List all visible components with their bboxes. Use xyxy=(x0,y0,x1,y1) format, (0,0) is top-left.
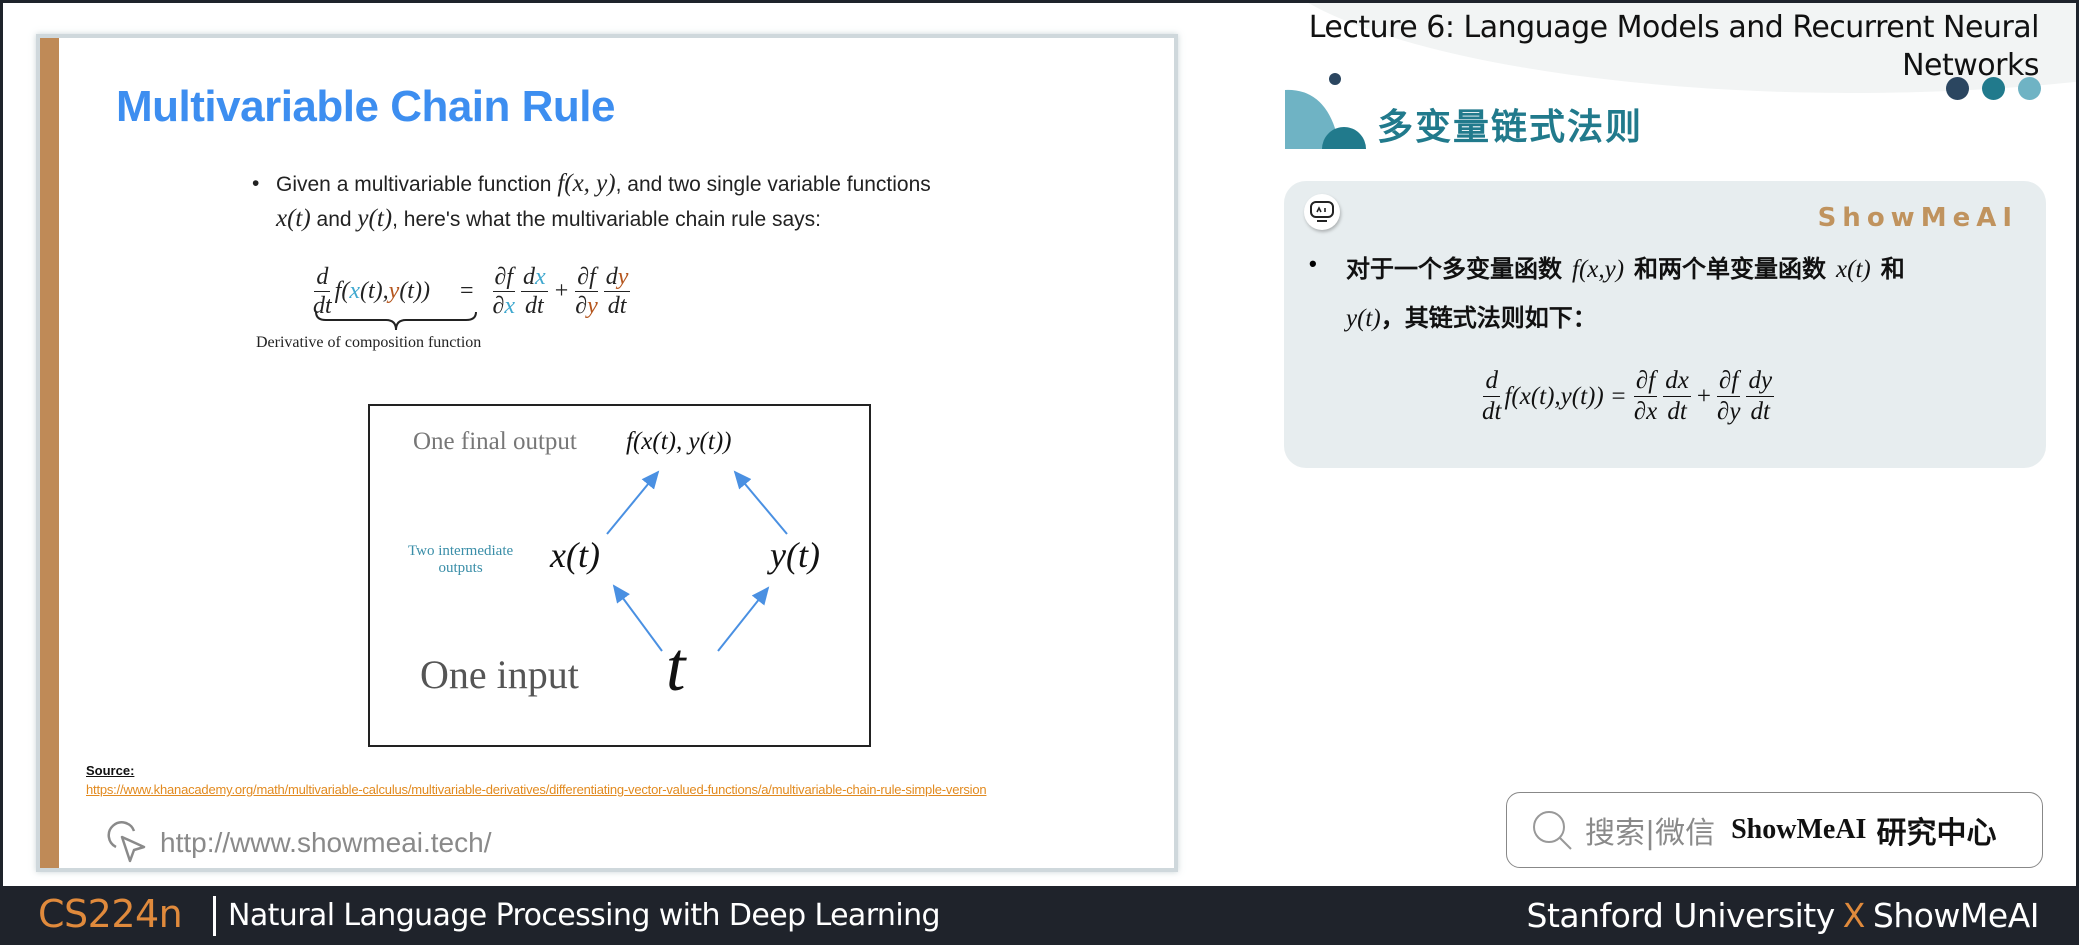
dot-navy xyxy=(1946,77,1969,100)
source-link[interactable]: https://www.khanacademy.org/math/multiva… xyxy=(86,782,987,797)
showmeai-brand: ShowMeAI xyxy=(1817,203,2018,233)
bullet-text: and xyxy=(310,208,358,231)
card-bullet-dot: • xyxy=(1309,251,1317,276)
search-brand-cn: 研究中心 xyxy=(1876,816,1997,851)
search-hint: 搜索|微信 xyxy=(1585,816,1716,851)
slide-bullet: • Given a multivariable function f(x, y)… xyxy=(252,167,1076,237)
dot-light-teal xyxy=(2018,77,2041,100)
card-text: 对于一个多变量函数 f(x,y) 和两个单变量函数 x(t) 和 y(t)，其链式法则如… xyxy=(1346,255,1905,332)
footer-bar: CS224n Natural Language Processing with … xyxy=(0,886,2079,945)
site-url: http://www.showmeai.tech/ xyxy=(160,827,492,858)
search-brand: ShowMeAI xyxy=(1731,814,1867,845)
underbrace xyxy=(315,311,477,331)
bullet-text: , here's what the multivariable chain ru… xyxy=(392,208,822,231)
final-output-label: One final output xyxy=(413,428,577,455)
cursor-click-icon xyxy=(107,821,146,863)
brace-label: Derivative of composition function xyxy=(256,334,482,351)
arrow-t-to-x xyxy=(612,584,663,652)
x-node: x(t) xyxy=(550,535,600,575)
y-node: y(t) xyxy=(770,535,820,575)
input-label: One input xyxy=(420,652,579,697)
intermediate-label: Two intermediate outputs xyxy=(408,543,514,576)
site-link[interactable]: http://www.showmeai.tech/ xyxy=(106,821,491,865)
decor-dots xyxy=(1946,77,2041,100)
explanation-card: ShowMeAI • 对于一个多变量函数 f(x,y) 和两个单变量函数 x(t) 和 … xyxy=(1284,181,2046,468)
footer-credit: Stanford University X ShowMeAI xyxy=(1526,896,2040,935)
fraction-dy-dt: dy dt xyxy=(603,264,631,319)
section-decoration-icon xyxy=(1285,73,1366,149)
math-y-t: y(t) xyxy=(357,205,393,232)
fraction-df-dy: ∂f ∂y xyxy=(575,264,598,319)
arrow-t-to-y xyxy=(717,586,770,652)
arrow-x-to-f xyxy=(606,470,660,535)
fraction-df-dx: ∂f ∂x xyxy=(492,264,516,319)
bullet-text: Given a multivariable function xyxy=(276,173,558,196)
fraction-dx-dt: dx dt xyxy=(521,264,548,319)
plus-sign: + xyxy=(554,278,569,304)
section-title: 多变量链式法则 xyxy=(1377,107,1644,148)
course-code: CS224n xyxy=(38,892,183,936)
dependency-diagram: One final output f(x(t), y(t)) Two inter… xyxy=(368,404,871,747)
source-label: Source: xyxy=(86,763,135,778)
search-icon xyxy=(1533,811,1572,850)
bullet-text: , and two single variable functions xyxy=(615,173,931,196)
arrow-y-to-f xyxy=(733,470,788,535)
math-f-xy: f(x, y) xyxy=(557,170,616,197)
wechat-search-box[interactable]: 搜索|微信 ShowMeAI 研究中心 xyxy=(1506,792,2043,868)
final-output-expr: f(x(t), y(t)) xyxy=(626,428,732,455)
slide-accent-strip xyxy=(40,38,59,868)
slide-canvas: Multivariable Chain Rule • Given a multi… xyxy=(3,3,2076,886)
card-equation: d dt f(x(t),y(t)) = ∂f ∂x dx dt + ∂f ∂y dy dt xyxy=(1482,367,1775,425)
bullet-dot: • xyxy=(252,172,260,195)
composition-expr: f(x(t),y(t)) xyxy=(334,278,430,304)
course-name: Natural Language Processing with Deep Le… xyxy=(228,898,941,933)
math-x-t: x(t) xyxy=(276,205,311,232)
footer-divider xyxy=(213,896,216,936)
original-slide: Multivariable Chain Rule • Given a multi… xyxy=(36,34,1178,872)
equals-sign: = xyxy=(459,278,474,304)
t-node: t xyxy=(666,629,686,706)
slide-title: Multivariable Chain Rule xyxy=(116,82,615,131)
dot-teal xyxy=(1982,77,2005,100)
ai-robot-icon xyxy=(1304,194,1340,230)
